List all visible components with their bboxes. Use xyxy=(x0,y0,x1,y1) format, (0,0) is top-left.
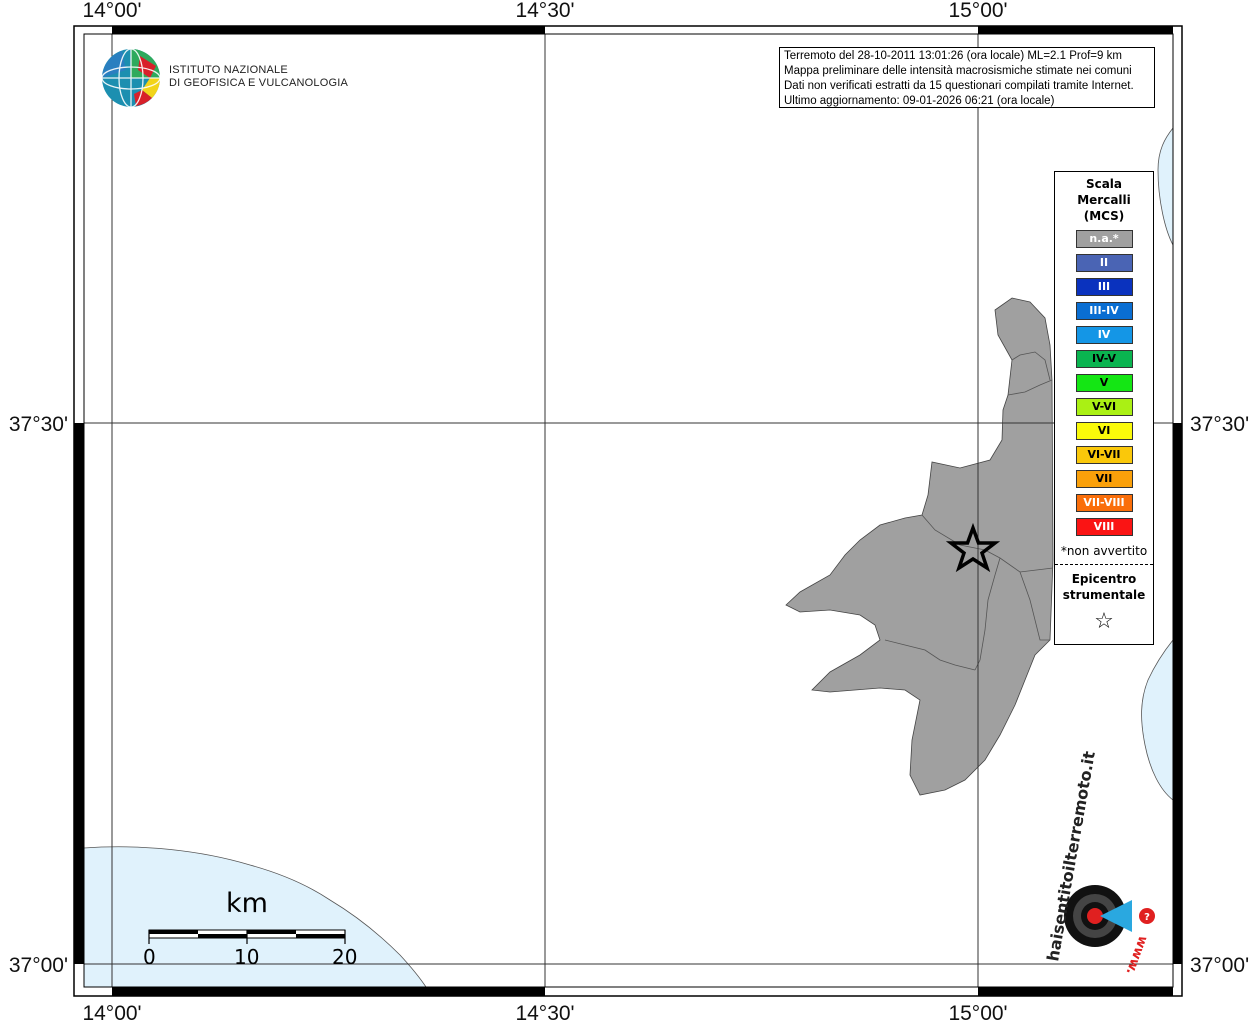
institution-name: ISTITUTO NAZIONALE DI GEOFISICA E VULCAN… xyxy=(169,64,348,90)
scale-label-20: 20 xyxy=(332,945,358,969)
epicenter-label: Epicentro strumentale xyxy=(1062,572,1146,602)
event-info-box: Terremoto del 28-10-2011 13:01:26 (ora l… xyxy=(779,47,1155,108)
svg-text:?: ? xyxy=(1144,912,1150,923)
lon-tick-top-2: 14°30' xyxy=(515,0,574,22)
institution-line-2: DI GEOFISICA E VULCANOLOGIA xyxy=(169,77,348,89)
legend-swatch-3: III-IV xyxy=(1075,302,1133,320)
scale-label-0: 0 xyxy=(143,945,156,969)
legend-swatch-4: IV xyxy=(1075,326,1133,344)
event-info-line-2: Mappa preliminare delle intensità macros… xyxy=(784,65,1132,77)
institution-line-1: ISTITUTO NAZIONALE xyxy=(169,64,288,76)
lon-tick-bottom-1: 14°00' xyxy=(82,1002,141,1024)
legend-title: Scala Mercalli (MCS) xyxy=(1077,177,1131,223)
scale-label-10: 10 xyxy=(234,945,260,969)
lat-tick-left-1: 37°30' xyxy=(9,413,68,436)
legend-note: *non avvertito xyxy=(1060,544,1148,558)
event-info-line-3: Dati non verificati estratti da 15 quest… xyxy=(784,80,1134,92)
lon-tick-top-3: 15°00' xyxy=(948,0,1007,22)
legend-swatch-1: II xyxy=(1075,254,1133,272)
lat-tick-left-2: 37°00' xyxy=(9,954,68,977)
legend-swatch-8: VI xyxy=(1075,422,1133,440)
legend-swatch-7: V-VI xyxy=(1075,398,1133,416)
legend-swatch-0: n.a.* xyxy=(1075,230,1133,248)
event-info-line-1: Terremoto del 28-10-2011 13:01:26 (ora l… xyxy=(784,50,1122,62)
lon-tick-bottom-3: 15°00' xyxy=(948,1002,1007,1024)
lon-tick-top-1: 14°00' xyxy=(82,0,141,22)
event-info-line-4: Ultimo aggiornamento: 09-01-2026 06:21 (… xyxy=(784,95,1055,107)
epicenter-legend-icon: ☆ xyxy=(1094,609,1114,634)
legend-swatch-11: VII-VIII xyxy=(1075,494,1133,512)
legend-items: n.a.* II III III-IV IV IV-V V V-VI VI VI-VII VII VI… xyxy=(1055,230,1153,536)
scale-unit: km xyxy=(226,888,268,919)
lon-tick-bottom-2: 14°30' xyxy=(515,1002,574,1024)
intensity-legend: Scala Mercalli (MCS) n.a.* II III III-IV IV I… xyxy=(1054,171,1154,645)
legend-swatch-12: VIII xyxy=(1075,518,1133,536)
legend-swatch-6: V xyxy=(1075,374,1133,392)
lat-tick-right-1: 37°30' xyxy=(1190,413,1249,436)
ingv-logo-icon xyxy=(101,48,161,108)
legend-swatch-10: VII xyxy=(1075,470,1133,488)
legend-swatch-9: VI-VII xyxy=(1075,446,1133,464)
legend-swatch-2: III xyxy=(1075,278,1133,296)
legend-separator xyxy=(1055,564,1153,565)
legend-swatch-5: IV-V xyxy=(1075,350,1133,368)
lat-tick-right-2: 37°00' xyxy=(1190,954,1249,977)
